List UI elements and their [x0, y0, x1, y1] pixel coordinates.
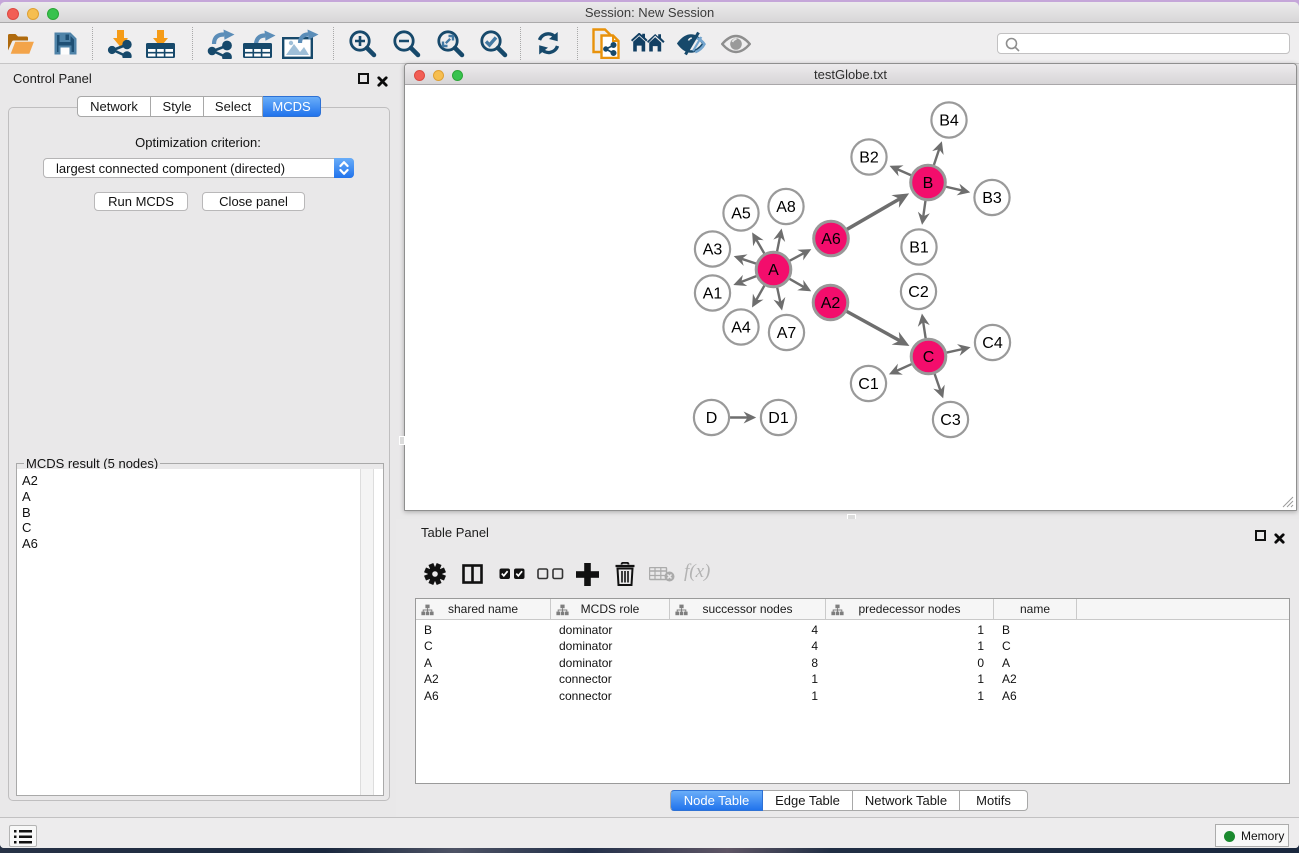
- svg-text:B3: B3: [982, 190, 1002, 207]
- svg-text:C3: C3: [940, 412, 961, 429]
- svg-text:D: D: [706, 410, 718, 427]
- svg-text:A5: A5: [731, 206, 751, 223]
- svg-text:A3: A3: [703, 242, 723, 259]
- svg-text:C: C: [923, 349, 935, 366]
- svg-text:A7: A7: [777, 325, 797, 342]
- svg-text:A6: A6: [821, 231, 841, 248]
- svg-text:B4: B4: [939, 113, 959, 130]
- svg-text:B1: B1: [909, 240, 929, 257]
- svg-text:A2: A2: [821, 295, 841, 312]
- svg-text:C1: C1: [858, 376, 879, 393]
- svg-text:A: A: [768, 262, 779, 279]
- svg-text:A8: A8: [776, 199, 796, 216]
- svg-text:A4: A4: [731, 320, 751, 337]
- svg-text:B2: B2: [859, 150, 879, 167]
- svg-text:C4: C4: [982, 335, 1003, 352]
- svg-text:C2: C2: [908, 284, 929, 301]
- svg-text:B: B: [923, 175, 934, 192]
- svg-text:D1: D1: [768, 410, 789, 427]
- svg-text:A1: A1: [703, 286, 723, 303]
